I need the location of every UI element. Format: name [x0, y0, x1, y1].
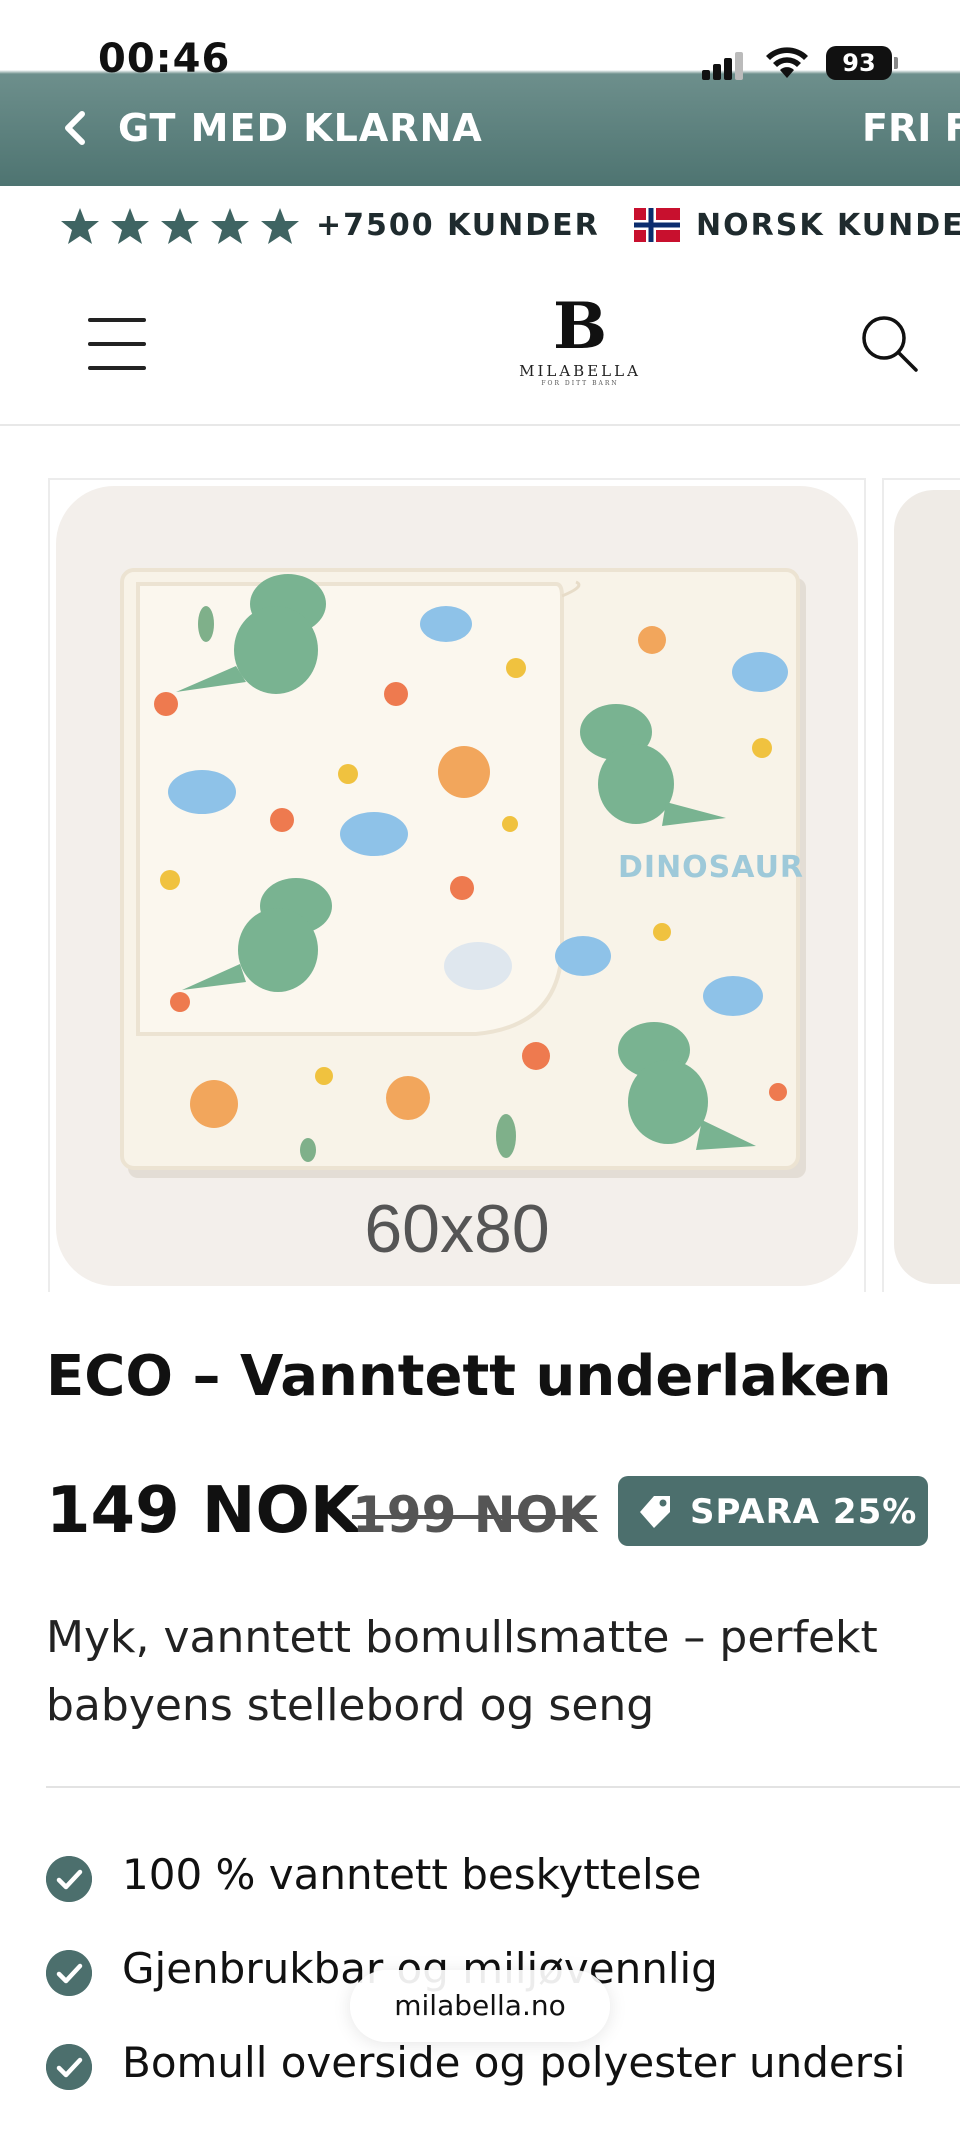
feature-item: Bomull overside og polyester undersi: [46, 2038, 960, 2132]
dinosaur-blanket-illustration: [120, 568, 806, 1178]
checkmark-icon: [46, 1950, 92, 1996]
checkmark-icon: [46, 1856, 92, 1902]
product-image[interactable]: DINOSAUR 60x80: [48, 478, 866, 1292]
star-icon: [61, 208, 99, 244]
site-header: B MILABELLA FOR DITT BARN: [0, 268, 960, 426]
rating-stars: [60, 206, 300, 246]
star-icon: [261, 208, 299, 244]
star-icon: [111, 208, 149, 244]
sale-price: 149 NOK: [46, 1474, 360, 1548]
logo-name: MILABELLA: [519, 362, 641, 380]
announcement-text: GT MED KLARNA: [118, 106, 483, 150]
product-description: Myk, vanntett bomullsmatte – perfekt bab…: [46, 1612, 878, 1731]
divider: [46, 1786, 960, 1788]
price-row: 149 NOK 199 NOK SPARA 25%: [46, 1470, 960, 1550]
status-bar: 00:46 93: [0, 0, 960, 82]
chevron-left-icon[interactable]: [56, 108, 96, 148]
compare-price: 199 NOK: [352, 1486, 597, 1544]
discount-text: SPARA 25%: [690, 1492, 918, 1532]
announcement-bar[interactable]: GT MED KLARNA FRI F: [0, 72, 960, 186]
star-icon: [211, 208, 249, 244]
size-label: 60x80: [364, 1191, 550, 1267]
product-image-background: DINOSAUR 60x80: [56, 486, 858, 1286]
discount-badge: SPARA 25%: [618, 1476, 928, 1546]
browser-url-bar[interactable]: milabella.no: [350, 1970, 610, 2042]
trust-bar: +7500 KUNDER NORSK KUNDES: [0, 186, 960, 268]
price-tag-icon: [640, 1496, 670, 1528]
product-title: ECO – Vanntett underlaken: [46, 1344, 892, 1409]
menu-icon[interactable]: [88, 318, 148, 370]
customer-count: +7500 KUNDER: [316, 208, 600, 243]
milabella-logo[interactable]: B MILABELLA FOR DITT BARN: [500, 294, 660, 404]
norway-flag-icon: [634, 208, 680, 242]
product-gallery[interactable]: DINOSAUR 60x80: [48, 478, 960, 1292]
logo-mark: B: [552, 289, 608, 364]
support-text: NORSK KUNDES: [696, 208, 960, 243]
checkmark-icon: [46, 2044, 92, 2090]
feature-label: 100 % vanntett beskyttelse: [122, 1850, 702, 1899]
search-icon[interactable]: [860, 314, 920, 374]
star-icon: [161, 208, 199, 244]
logo-tagline: FOR DITT BARN: [541, 380, 619, 387]
announcement-text-next: FRI F: [862, 106, 960, 150]
feature-item: 100 % vanntett beskyttelse: [46, 1850, 960, 1944]
feature-label: Bomull overside og polyester undersi: [122, 2038, 906, 2087]
pattern-text: DINOSAUR: [618, 850, 805, 885]
next-product-image-background: [894, 490, 960, 1284]
next-product-image[interactable]: [882, 478, 960, 1292]
